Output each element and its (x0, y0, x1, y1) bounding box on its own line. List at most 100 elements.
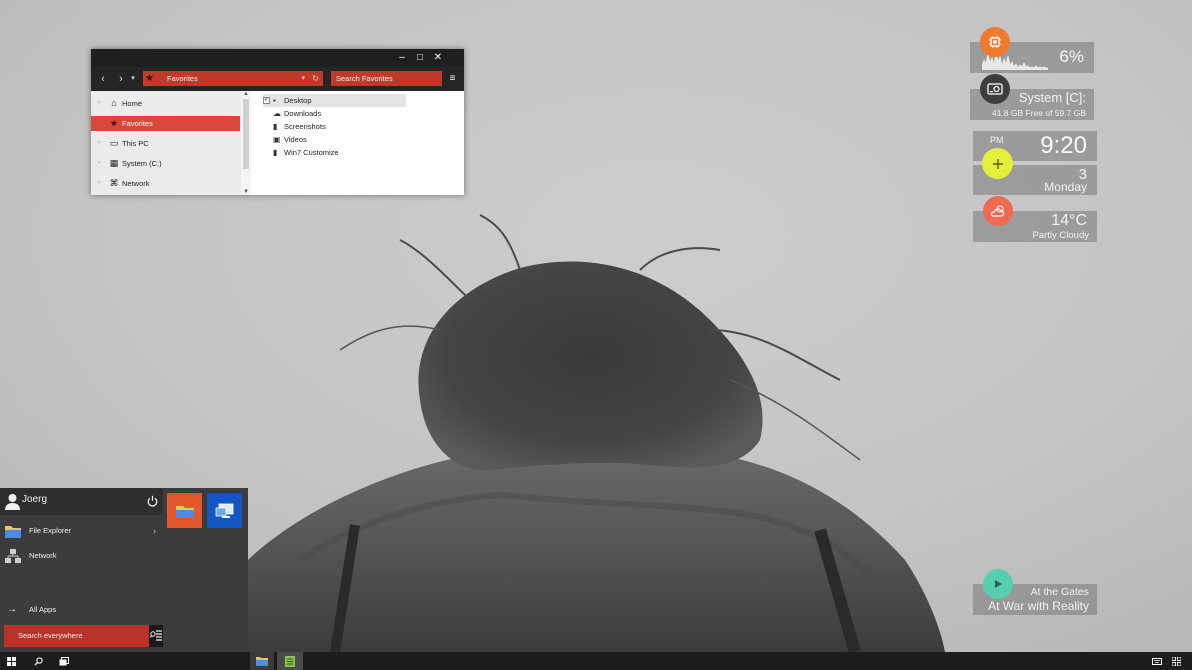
start-button[interactable] (2, 652, 20, 670)
album-title: At War with Reality (988, 599, 1089, 613)
navigation-pane: › ⌂ Home ★ Favorites › ▭ This PC › ▦ Sys… (91, 91, 241, 195)
start-item-network[interactable]: Network (0, 545, 163, 567)
nav-item-favorites[interactable]: ★ Favorites (91, 116, 240, 131)
drive-circle[interactable] (980, 74, 1010, 104)
file-item-label: Desktop (284, 96, 312, 105)
start-item-label: File Explorer (29, 526, 72, 535)
start-search-input[interactable]: Search everywhere (4, 625, 149, 647)
address-dropdown-icon[interactable]: ▾ (301, 71, 305, 86)
nav-item-label: Network (122, 179, 150, 188)
keyboard-icon (1152, 657, 1162, 665)
user-avatar-icon (5, 494, 20, 510)
home-icon: ⌂ (111, 98, 117, 108)
search-icon (34, 656, 43, 665)
start-item-file-explorer[interactable]: File Explorer › (0, 520, 163, 542)
taskbar-search-button[interactable] (29, 652, 47, 670)
drive-title: System [C]: (1018, 90, 1086, 105)
folder-icon: ▮ (273, 122, 278, 131)
taskbar-file-explorer[interactable] (250, 652, 274, 670)
cpu-chip-icon (989, 36, 1001, 48)
folder-icon (256, 657, 268, 666)
file-explorer-window[interactable]: – □ ✕ ‹ › ▾ ★ Favorites ▾ ↻ Search Favor… (91, 49, 464, 195)
start-menu: Joerg File Explorer › Network → All Apps… (0, 488, 248, 652)
cpu-usage-value: 6% (1059, 47, 1084, 66)
scroll-up-icon[interactable]: ▲ (242, 91, 250, 97)
clock-period: PM (990, 135, 1004, 145)
expand-arrow-icon[interactable]: › (98, 156, 100, 171)
address-bar[interactable]: ★ Favorites ▾ ↻ (143, 71, 323, 86)
title-bar[interactable]: – □ ✕ (91, 49, 464, 67)
track-title: At the Gates (1030, 586, 1089, 598)
nav-item-label: This PC (122, 139, 149, 148)
taskbar (0, 652, 1192, 670)
nav-scrollbar[interactable]: ▲ ▼ (241, 91, 251, 195)
file-item-win7-customize[interactable]: ▮ Win7 Customize (263, 146, 406, 159)
forward-button[interactable]: › (113, 71, 129, 87)
folder-icon (175, 505, 194, 518)
file-item-label: Screenshots (284, 122, 326, 131)
clock-time: 9:20 (1040, 132, 1087, 159)
chevron-right-icon[interactable]: › (153, 520, 156, 542)
remote-desktop-tile[interactable] (207, 493, 242, 528)
folder-icon: ▮ (273, 148, 278, 157)
file-item-screenshots[interactable]: ▮ Screenshots (263, 120, 406, 133)
expand-arrow-icon[interactable]: › (98, 176, 100, 191)
notepad-icon (285, 655, 295, 667)
videos-folder-icon: ▣ (273, 135, 281, 144)
start-search-button[interactable] (149, 625, 163, 647)
action-center-icon (1171, 656, 1181, 666)
file-explorer-tile[interactable] (167, 493, 202, 528)
task-view-button[interactable] (55, 652, 73, 670)
favorites-star-icon: ★ (145, 73, 154, 84)
nav-item-system-c[interactable]: › ▦ System (C:) (91, 156, 240, 171)
monitor-icon: ▭ (109, 138, 119, 148)
user-row[interactable]: Joerg (0, 488, 163, 515)
all-apps-button[interactable]: → All Apps (0, 599, 163, 621)
hard-drive-icon (987, 83, 1003, 95)
menu-icon[interactable]: ≡ (445, 71, 460, 86)
file-item-videos[interactable]: ▣ Videos (263, 133, 406, 146)
nav-item-label: System (C:) (122, 159, 162, 168)
nav-item-network[interactable]: › ⌘ Network (91, 176, 240, 191)
star-icon: ★ (109, 118, 119, 128)
minimize-button[interactable]: – (393, 49, 411, 67)
search-input[interactable]: Search Favorites (331, 71, 442, 86)
weather-condition: Partly Cloudy (1032, 230, 1090, 241)
file-item-desktop[interactable]: ✓ ▪ Desktop (263, 94, 406, 107)
all-apps-label: All Apps (29, 605, 57, 614)
expand-arrow-icon[interactable]: › (98, 96, 100, 111)
task-view-icon (59, 656, 69, 665)
action-center-button[interactable] (1169, 652, 1183, 670)
refresh-icon[interactable]: ↻ (312, 71, 319, 86)
expand-arrow-icon[interactable]: › (98, 136, 100, 151)
recent-locations-button[interactable]: ▾ (128, 71, 138, 87)
network-icon (5, 549, 21, 563)
downloads-folder-icon: ☁ (273, 109, 281, 118)
scroll-down-icon[interactable]: ▼ (242, 189, 250, 195)
windows-logo-icon (6, 656, 16, 666)
nav-item-label: Home (122, 99, 143, 108)
checkbox[interactable]: ✓ (263, 97, 270, 104)
power-icon[interactable] (147, 495, 158, 507)
music-circle[interactable] (983, 569, 1013, 599)
maximize-button[interactable]: □ (411, 49, 429, 67)
scrollbar-thumb[interactable] (243, 99, 249, 169)
close-button[interactable]: ✕ (429, 49, 447, 67)
keyboard-tray-button[interactable] (1150, 652, 1164, 670)
nav-item-label: Favorites (122, 119, 153, 128)
clock-circle[interactable] (982, 148, 1013, 179)
cpu-circle[interactable] (980, 27, 1010, 57)
taskbar-app-green[interactable] (277, 652, 303, 670)
search-list-icon (149, 630, 162, 641)
back-button[interactable]: ‹ (95, 71, 111, 87)
network-icon: ⌘ (109, 178, 119, 188)
arrow-right-icon: → (7, 604, 17, 615)
file-item-downloads[interactable]: ☁ Downloads (263, 107, 406, 120)
play-icon (995, 580, 1002, 588)
file-explorer-icon (5, 526, 21, 538)
nav-item-this-pc[interactable]: › ▭ This PC (91, 136, 240, 151)
plus-icon (992, 158, 1003, 169)
weather-circle[interactable] (983, 196, 1013, 226)
nav-item-home[interactable]: › ⌂ Home (91, 96, 240, 111)
file-list: ✓ ▪ Desktop ☁ Downloads ▮ Screenshots ▣ … (251, 91, 464, 195)
